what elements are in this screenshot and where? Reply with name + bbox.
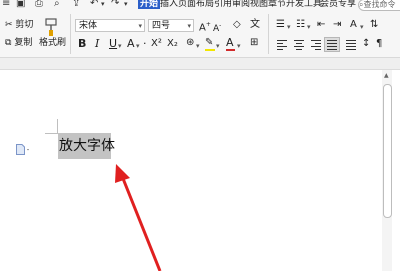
- annotation-arrow: [115, 164, 162, 271]
